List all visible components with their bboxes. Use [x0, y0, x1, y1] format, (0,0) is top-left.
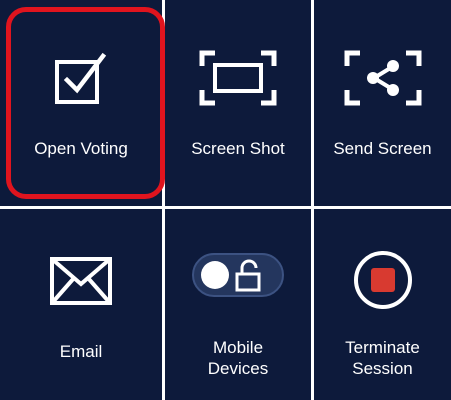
lock-toggle-icon	[191, 252, 285, 298]
mobile-devices-tile[interactable]: Mobile Devices	[165, 209, 311, 400]
open-voting-label: Open Voting	[34, 139, 128, 158]
open-voting-tile[interactable]: Open Voting	[0, 0, 162, 206]
action-grid: Open Voting Screen Shot Send Screen Emai…	[0, 0, 451, 400]
terminate-session-tile[interactable]: Terminate Session	[314, 209, 451, 400]
screenshot-frame-icon	[199, 50, 277, 106]
checkbox-icon	[53, 52, 109, 106]
send-screen-label: Send Screen	[333, 139, 432, 158]
stop-record-icon	[353, 250, 413, 310]
send-screen-tile[interactable]: Send Screen	[314, 0, 451, 206]
screen-shot-label: Screen Shot	[191, 139, 285, 158]
email-label: Email	[59, 342, 103, 361]
share-icon	[344, 50, 422, 106]
mobile-devices-label: Mobile Devices	[207, 338, 269, 378]
email-tile[interactable]: Email	[0, 209, 162, 400]
envelope-icon	[49, 256, 113, 306]
terminate-session-label: Terminate Session	[345, 338, 420, 378]
screen-shot-tile[interactable]: Screen Shot	[165, 0, 311, 206]
